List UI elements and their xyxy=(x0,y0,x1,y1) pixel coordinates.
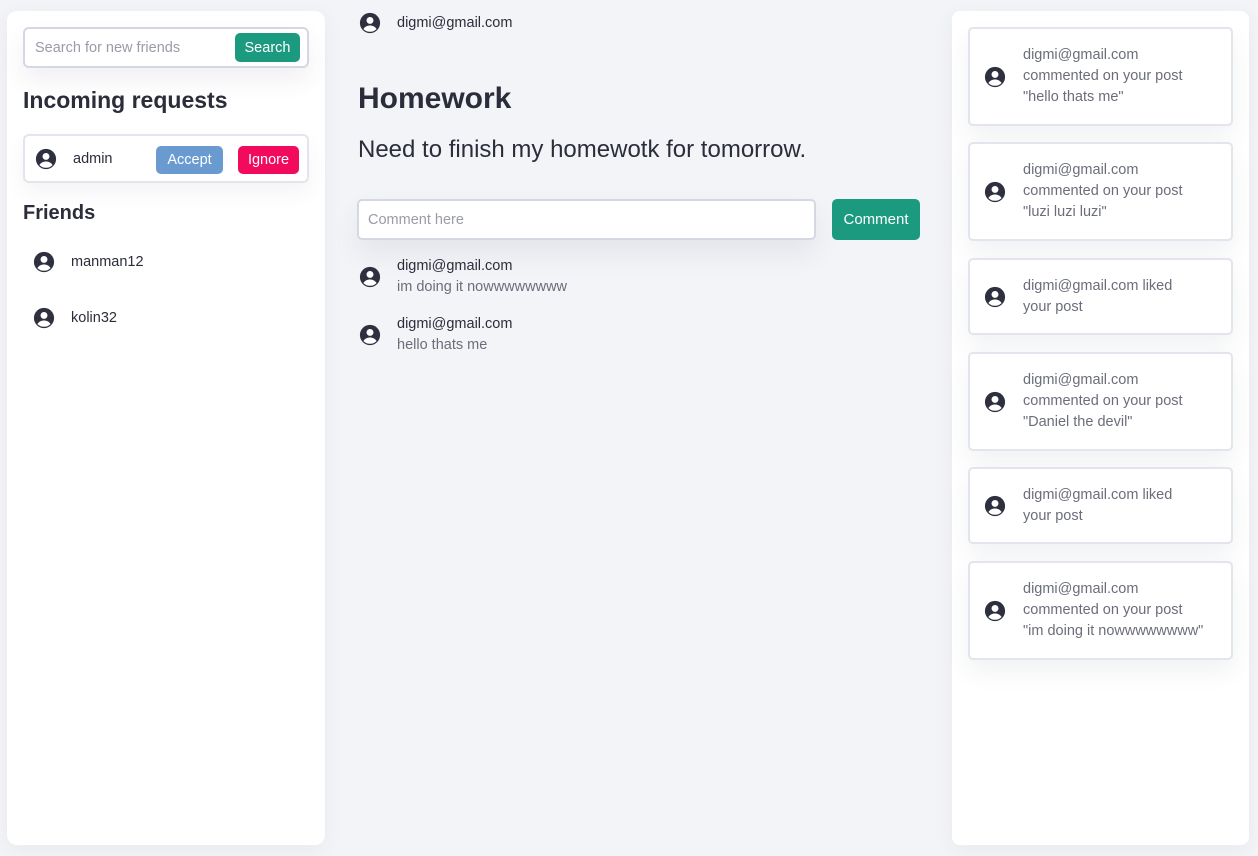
user-circle-icon xyxy=(984,286,1006,308)
friend-search-box: Search xyxy=(23,27,309,68)
friends-sidebar: Search Incoming requests admin Accept Ig… xyxy=(7,11,325,845)
search-button[interactable]: Search xyxy=(235,33,300,62)
notification-line: "im doing it nowwwwwwww" xyxy=(1023,623,1204,639)
notification-line: commented on your post xyxy=(1023,183,1183,199)
notifications-panel: digmi@gmail.com commented on your post "… xyxy=(952,11,1249,845)
accept-button[interactable]: Accept xyxy=(156,146,223,174)
notification-text: digmi@gmail.com commented on your post "… xyxy=(1023,370,1183,433)
comment-button[interactable]: Comment xyxy=(832,199,920,240)
notification-text: digmi@gmail.com liked your post xyxy=(1023,276,1172,318)
user-circle-icon xyxy=(984,495,1006,517)
user-circle-icon xyxy=(359,12,381,34)
notification-card[interactable]: digmi@gmail.com commented on your post "… xyxy=(968,27,1233,126)
comment-text: digmi@gmail.com im doing it nowwwwwwww xyxy=(397,256,567,298)
user-circle-icon xyxy=(984,600,1006,622)
user-circle-icon xyxy=(984,66,1006,88)
notification-text: digmi@gmail.com liked your post xyxy=(1023,485,1172,527)
user-circle-icon xyxy=(35,148,57,170)
friend-list-item[interactable]: manman12 xyxy=(33,251,144,273)
comment-input[interactable] xyxy=(357,199,816,240)
post-author-name: digmi@gmail.com xyxy=(397,15,513,31)
notification-card[interactable]: digmi@gmail.com liked your post xyxy=(968,467,1233,544)
friends-heading: Friends xyxy=(23,202,96,224)
user-circle-icon xyxy=(359,324,381,346)
post-author: digmi@gmail.com xyxy=(359,12,512,34)
user-circle-icon xyxy=(359,266,381,288)
user-circle-icon xyxy=(33,307,55,329)
user-circle-icon xyxy=(33,251,55,273)
comment-body: im doing it nowwwwwwww xyxy=(397,279,568,295)
notification-text: digmi@gmail.com commented on your post "… xyxy=(1023,579,1203,642)
notification-line: "hello thats me" xyxy=(1023,89,1124,105)
notification-card[interactable]: digmi@gmail.com commented on your post "… xyxy=(968,561,1233,660)
notification-text: digmi@gmail.com commented on your post "… xyxy=(1023,45,1183,108)
notification-line: digmi@gmail.com liked xyxy=(1023,277,1173,294)
notification-line: commented on your post xyxy=(1023,393,1183,409)
notification-line: your post xyxy=(1023,298,1083,315)
friend-name: manman12 xyxy=(71,254,144,270)
notification-card[interactable]: digmi@gmail.com commented on your post "… xyxy=(968,352,1233,451)
comment-author: digmi@gmail.com xyxy=(397,258,513,274)
incoming-requests-heading: Incoming requests xyxy=(23,87,228,113)
notification-line: commented on your post xyxy=(1023,602,1183,618)
notification-line: digmi@gmail.com liked xyxy=(1023,486,1173,503)
notification-card[interactable]: digmi@gmail.com commented on your post "… xyxy=(968,142,1233,241)
friend-list-item[interactable]: kolin32 xyxy=(33,307,117,329)
notification-line: digmi@gmail.com xyxy=(1023,47,1139,63)
notification-line: commented on your post xyxy=(1023,68,1183,84)
notification-line: your post xyxy=(1023,507,1083,524)
comment-body: hello thats me xyxy=(397,337,488,353)
friend-name: kolin32 xyxy=(71,310,117,326)
request-username: admin xyxy=(73,151,113,167)
comment-item: digmi@gmail.com im doing it nowwwwwwww xyxy=(359,256,567,298)
ignore-button[interactable]: Ignore xyxy=(238,146,299,174)
user-circle-icon xyxy=(984,391,1006,413)
notification-card[interactable]: digmi@gmail.com liked your post xyxy=(968,258,1233,335)
notification-line: "luzi luzi luzi" xyxy=(1023,204,1107,220)
comment-item: digmi@gmail.com hello thats me xyxy=(359,314,512,356)
notification-line: "Daniel the devil" xyxy=(1023,414,1133,430)
friend-request-card: admin Accept Ignore xyxy=(23,134,309,183)
post-body: Need to finish my homewotk for tomorrow. xyxy=(358,136,807,163)
notification-line: digmi@gmail.com xyxy=(1023,581,1139,597)
friend-search-input[interactable] xyxy=(35,37,225,59)
notification-line: digmi@gmail.com xyxy=(1023,372,1139,388)
comment-author: digmi@gmail.com xyxy=(397,316,513,332)
notification-text: digmi@gmail.com commented on your post "… xyxy=(1023,160,1183,223)
user-circle-icon xyxy=(984,181,1006,203)
comment-text: digmi@gmail.com hello thats me xyxy=(397,314,512,356)
post-title: Homework xyxy=(358,82,512,115)
notification-line: digmi@gmail.com xyxy=(1023,162,1139,178)
